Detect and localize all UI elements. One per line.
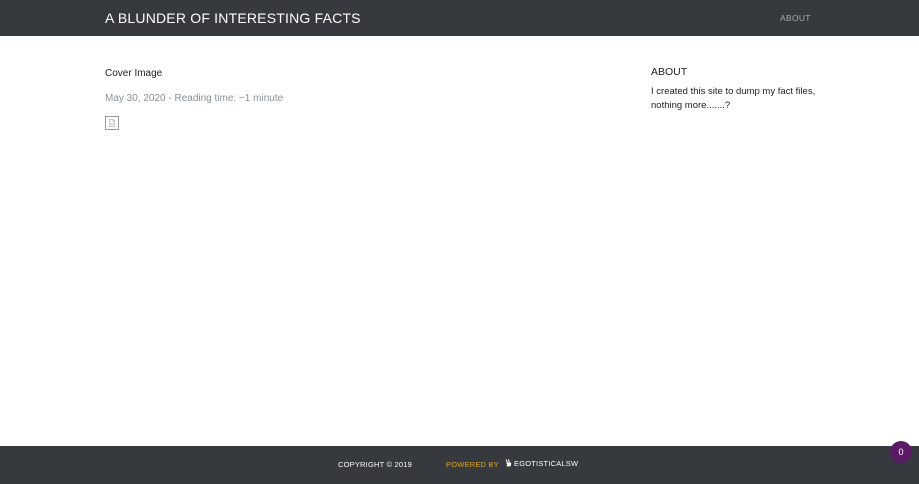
- broken-image-icon: [105, 116, 119, 130]
- top-navbar: A BLUNDER OF INTERESTING FACTS ABOUT: [0, 0, 919, 36]
- powered-by-text: POWERED BY: [446, 460, 499, 469]
- sidebar-heading: ABOUT: [651, 66, 688, 78]
- post-meta: May 30, 2020 - Reading time: ~1 minute: [105, 93, 284, 104]
- brand-link[interactable]: EGOTISTICALSW: [505, 459, 578, 470]
- brand-name: EGOTISTICALSW: [514, 459, 579, 468]
- sidebar-about-text: I created this site to dump my fact file…: [651, 86, 816, 111]
- notification-badge[interactable]: 0: [890, 441, 912, 463]
- bunny-icon: [505, 459, 512, 470]
- site-footer: COPYRIGHT © 2019 POWERED BY EGOTISTICALS…: [0, 446, 919, 484]
- nav-about-link[interactable]: ABOUT: [780, 13, 811, 23]
- site-title-link[interactable]: A BLUNDER OF INTERESTING FACTS: [105, 10, 361, 26]
- post-title-link[interactable]: Cover Image: [105, 68, 162, 80]
- copyright-text: COPYRIGHT © 2019: [338, 460, 413, 469]
